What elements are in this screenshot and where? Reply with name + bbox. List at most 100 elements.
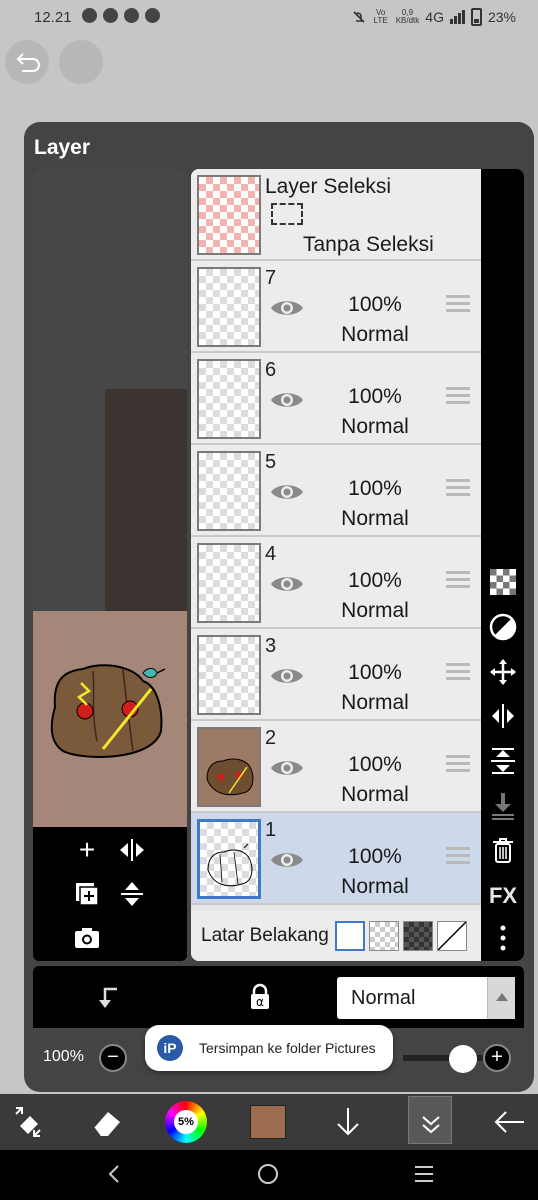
- layer-number: 6: [265, 359, 277, 381]
- visibility-eye-icon[interactable]: [269, 481, 305, 503]
- drag-handle-icon[interactable]: [446, 571, 470, 589]
- fx-button[interactable]: FX: [488, 881, 518, 911]
- flip-layer-vertical-icon[interactable]: [488, 746, 518, 776]
- layer-row-6[interactable]: 6 100% Normal: [191, 353, 481, 445]
- alpha-lock-icon[interactable]: α: [243, 980, 277, 1014]
- merge-down-icon[interactable]: [488, 790, 518, 820]
- layer-thumbnail: [197, 819, 261, 899]
- selection-layer-title: Layer Seleksi: [265, 175, 392, 198]
- svg-text:α: α: [256, 995, 264, 1009]
- chevron-double-down-icon: [422, 1116, 440, 1134]
- drag-handle-icon[interactable]: [446, 847, 470, 865]
- drag-handle-icon[interactable]: [446, 479, 470, 497]
- signal-icon: [449, 10, 465, 24]
- add-layer-icon[interactable]: +: [70, 833, 104, 867]
- battery-percent: 23%: [487, 9, 516, 25]
- drag-handle-icon[interactable]: [446, 663, 470, 681]
- layer-panel-toggle-button[interactable]: [408, 1096, 452, 1144]
- delete-layer-icon[interactable]: [488, 835, 518, 865]
- layer-thumbnail: [197, 267, 261, 347]
- camera-icon[interactable]: [70, 921, 104, 955]
- layer-blend-mode: Normal: [341, 783, 409, 806]
- opacity-decrease-button[interactable]: −: [99, 1044, 127, 1072]
- selection-layer-row[interactable]: Layer Seleksi Tanpa Seleksi: [191, 169, 481, 261]
- artwork-drawing: [50, 664, 166, 758]
- selection-layer-thumb: [197, 175, 261, 255]
- layer-down-icon[interactable]: [328, 1102, 368, 1142]
- more-options-icon[interactable]: [488, 923, 518, 953]
- copy-layer-icon[interactable]: [70, 877, 104, 911]
- move-icon[interactable]: [488, 657, 518, 687]
- canvas-paper: [33, 611, 187, 827]
- selection-marquee-icon: [271, 203, 303, 225]
- back-arrow-icon[interactable]: [490, 1102, 530, 1142]
- layer-row-1[interactable]: 1 100% Normal: [191, 813, 481, 905]
- visibility-eye-icon[interactable]: [269, 297, 305, 319]
- mute-icon: [353, 11, 365, 23]
- clipping-icon[interactable]: [488, 612, 518, 642]
- background-transparent-dark-swatch[interactable]: [403, 921, 433, 951]
- compass-icon: [124, 8, 139, 23]
- network-type: 4G: [425, 9, 444, 25]
- undo-button[interactable]: [5, 40, 49, 84]
- visibility-eye-icon[interactable]: [269, 573, 305, 595]
- layer-row-7[interactable]: 7 100% Normal: [191, 261, 481, 353]
- visibility-eye-icon[interactable]: [269, 389, 305, 411]
- layer-dialog: Layer + Layer Seleksi Tanpa Seleksi 7 10…: [24, 122, 534, 1092]
- notification-icons: [82, 8, 160, 23]
- status-bar: 12.21 Vo LTE 0,9 KB/dtk 4G 23%: [0, 0, 538, 36]
- layer-blend-mode: Normal: [341, 323, 409, 346]
- canvas-preview: +: [33, 169, 187, 961]
- current-color-swatch[interactable]: [250, 1105, 286, 1139]
- layer-thumbnail: [197, 543, 261, 623]
- flip-horizontal-icon[interactable]: [115, 833, 149, 867]
- layer-row-4[interactable]: 4 100% Normal: [191, 537, 481, 629]
- layer-number: 4: [265, 543, 277, 565]
- layer-number: 3: [265, 635, 277, 657]
- clip-down-icon[interactable]: [91, 980, 125, 1014]
- layer-opacity: 100%: [348, 845, 402, 868]
- canvas-view[interactable]: [33, 169, 187, 827]
- nav-recents-icon[interactable]: [412, 1162, 436, 1193]
- drag-handle-icon[interactable]: [446, 755, 470, 773]
- layer-row-5[interactable]: 5 100% Normal: [191, 445, 481, 537]
- transform-tool-icon[interactable]: [8, 1102, 48, 1142]
- drag-handle-icon[interactable]: [446, 387, 470, 405]
- toast-message: Tersimpan ke folder Pictures: [199, 1040, 376, 1056]
- drag-handle-icon[interactable]: [446, 295, 470, 313]
- opacity-increase-button[interactable]: +: [483, 1044, 511, 1072]
- network-speed: 0,9 KB/dtk: [395, 8, 420, 25]
- nav-back-icon[interactable]: [104, 1162, 124, 1193]
- eraser-tool-icon[interactable]: [86, 1102, 126, 1142]
- opacity-slider-knob[interactable]: [449, 1045, 477, 1073]
- layer-blend-mode: Normal: [341, 691, 409, 714]
- layer-row-3[interactable]: 3 100% Normal: [191, 629, 481, 721]
- nav-home-icon[interactable]: [256, 1162, 280, 1193]
- blend-mode-value: Normal: [351, 987, 416, 1009]
- background-white-swatch[interactable]: [335, 921, 365, 951]
- layer-opacity: 100%: [348, 293, 402, 316]
- transparency-lock-icon[interactable]: [488, 567, 518, 597]
- layer-blend-mode: Normal: [341, 599, 409, 622]
- redo-button[interactable]: [59, 40, 103, 84]
- layer-row-2[interactable]: 2 100% Normal: [191, 721, 481, 813]
- dialog-title: Layer: [34, 136, 91, 159]
- layer-blend-mode: Normal: [341, 507, 409, 530]
- visibility-eye-icon[interactable]: [269, 665, 305, 687]
- system-navigation-bar: [0, 1150, 538, 1200]
- blend-dropdown-arrow-icon[interactable]: [487, 977, 515, 1019]
- telegram-icon: [103, 8, 118, 23]
- background-none-swatch[interactable]: [437, 921, 467, 951]
- toast-notification: iP Tersimpan ke folder Pictures: [145, 1025, 393, 1071]
- layer-blend-mode: Normal: [341, 415, 409, 438]
- flip-vertical-icon[interactable]: [115, 877, 149, 911]
- brush-color-wheel-button[interactable]: 5%: [165, 1101, 207, 1143]
- layer-list: Layer Seleksi Tanpa Seleksi 7 100% Normal 6…: [191, 169, 481, 961]
- visibility-eye-icon[interactable]: [269, 757, 305, 779]
- background-transparent-light-swatch[interactable]: [369, 921, 399, 951]
- blend-mode-select[interactable]: Normal: [337, 977, 515, 1019]
- layer-thumbnail: [197, 359, 261, 439]
- flip-layer-horizontal-icon[interactable]: [488, 701, 518, 731]
- visibility-eye-icon[interactable]: [269, 849, 305, 871]
- layer-tools-sidebar: FX: [481, 169, 524, 961]
